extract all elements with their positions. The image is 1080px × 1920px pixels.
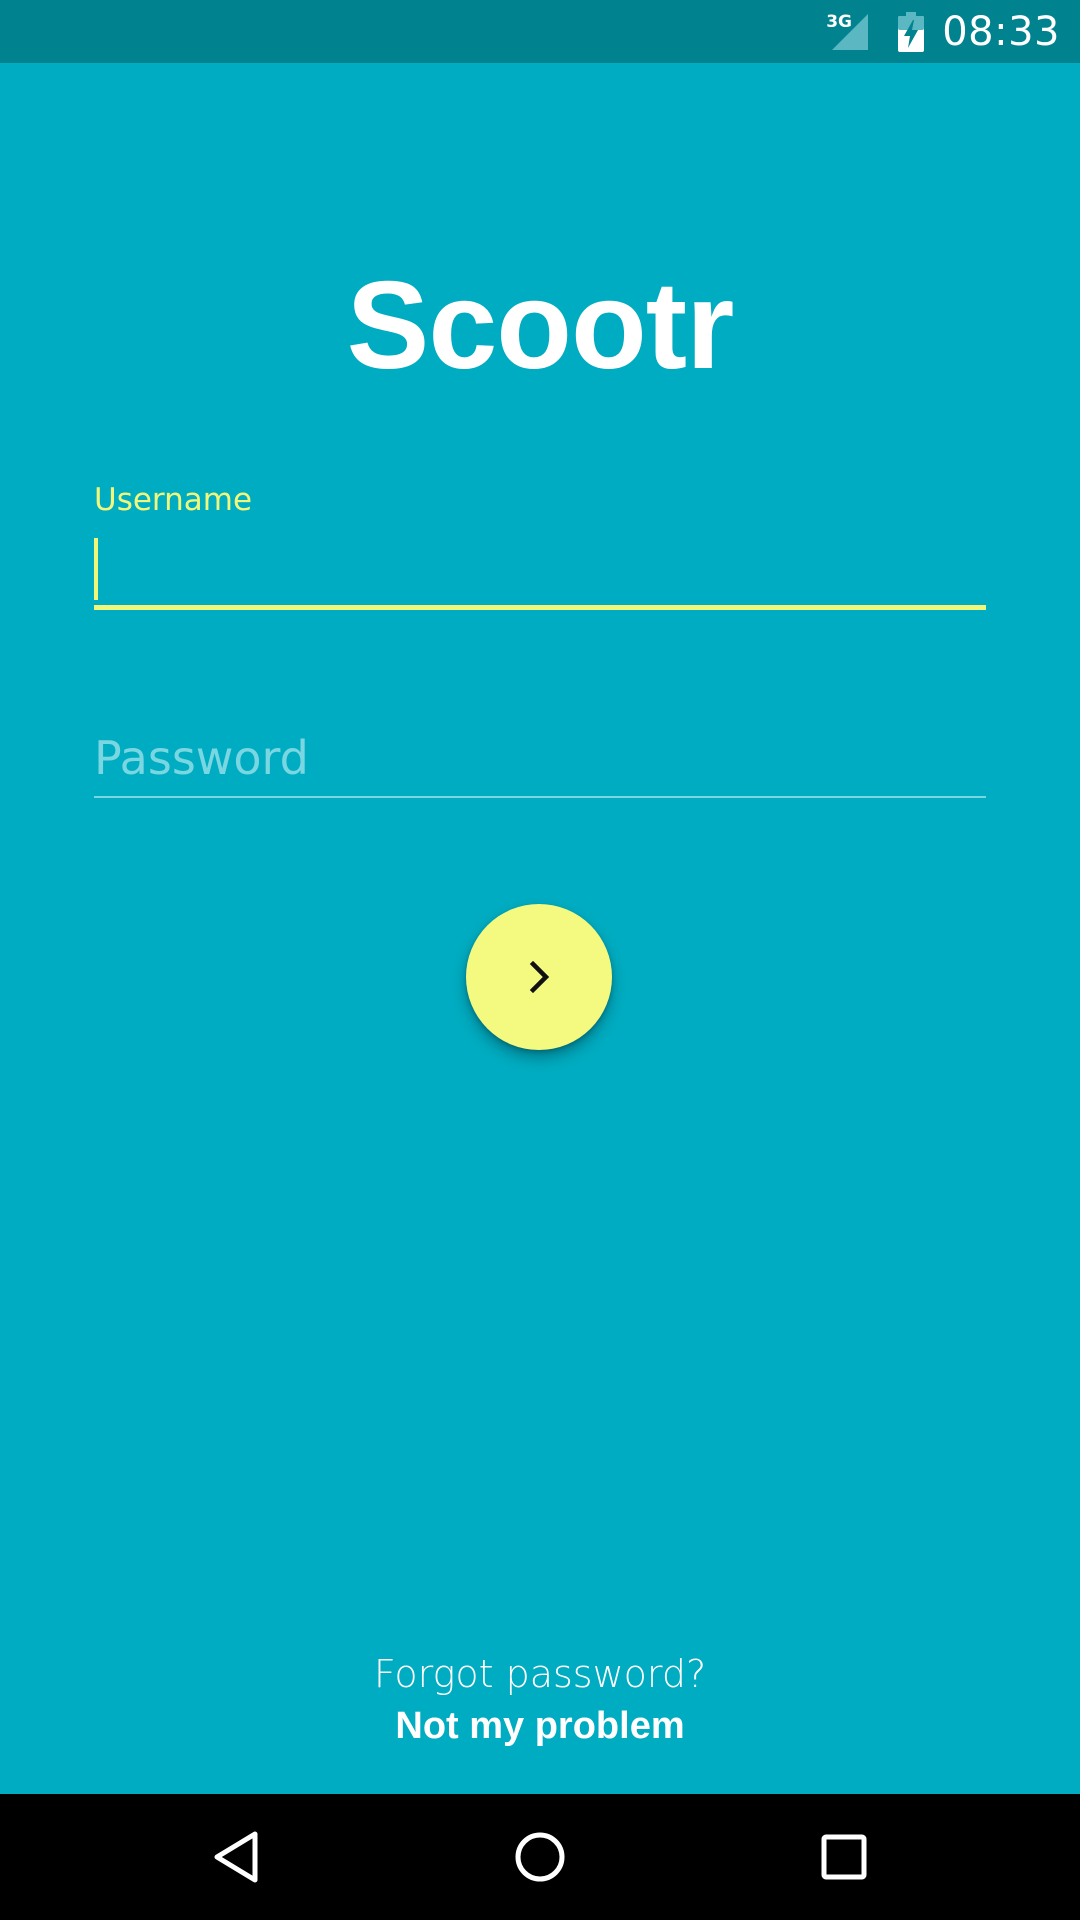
app-title: Scootr [346, 257, 735, 395]
not-my-problem-link[interactable]: Not my problem [0, 1705, 1080, 1748]
password-input[interactable] [94, 725, 986, 791]
recents-square-icon [821, 1834, 867, 1880]
back-triangle-icon [214, 1831, 258, 1883]
forgot-password-text: Forgot password? [373, 1652, 707, 1696]
nav-home-button[interactable] [460, 1794, 620, 1920]
system-nav-bar [0, 1794, 1080, 1920]
nav-back-button[interactable] [156, 1794, 316, 1920]
password-underline [94, 796, 986, 798]
home-circle-icon [515, 1832, 565, 1882]
submit-button[interactable] [466, 904, 612, 1050]
battery-charging-icon [898, 11, 925, 52]
nav-recents-button[interactable] [764, 1794, 924, 1920]
status-bar: 3G 08:33 [0, 0, 1080, 63]
status-time: 08:33 [942, 8, 1060, 55]
username-label: Username [94, 482, 253, 518]
password-field[interactable] [94, 725, 986, 801]
username-underline [94, 605, 986, 610]
login-screen: 3G 08:33 Scootr Username Forgot password… [0, 0, 1080, 1920]
cell-signal-icon: 3G [824, 10, 880, 54]
username-field[interactable]: Username [94, 482, 986, 612]
network-type-label: 3G [826, 11, 853, 32]
username-input[interactable] [94, 538, 986, 594]
chevron-right-icon [529, 960, 550, 994]
text-caret [94, 538, 98, 600]
